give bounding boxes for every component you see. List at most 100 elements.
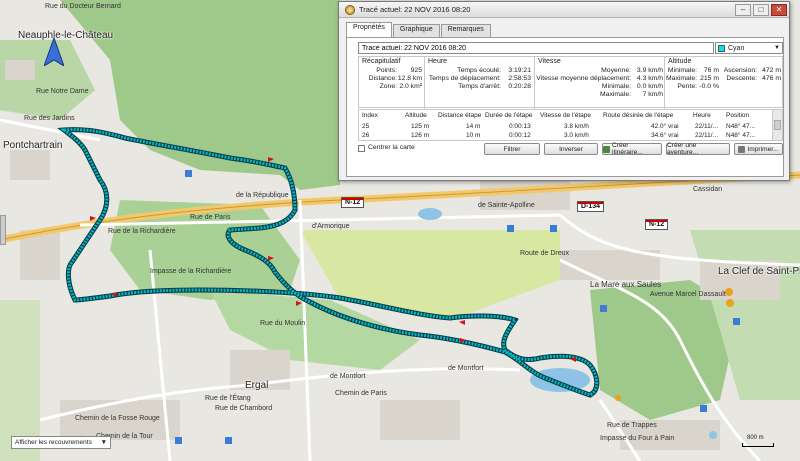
town-label: Pontchartrain [3,140,63,151]
stat-label: Minimale: [667,67,697,74]
tab-graph[interactable]: Graphique [392,24,440,37]
table-cell: 0:00:13 [509,123,531,130]
map-pan-handle[interactable] [0,215,6,245]
stat-label: Pente: [677,83,697,90]
place-label: Rue du Docteur Bernard [45,3,121,10]
table-cell: 26 [362,132,370,139]
dialog-actions: Centrer la carte Filtrer Inverser Créer … [358,142,783,156]
stat-label: Temps de déplacement: [428,75,501,82]
stat-label: Points: [376,67,397,74]
stat-value: 0:20:28 [508,83,531,90]
column-header[interactable]: Durée de l'étape [485,112,533,119]
column-header[interactable]: Altitude [405,112,427,119]
filter-button-label: Filtrer [503,145,521,153]
dialog-tabs: Propriétés Graphique Remarques [346,22,492,37]
stat-value: 476 m [762,75,781,82]
road-label: Impasse de la Richardière [150,268,232,275]
filter-button[interactable]: Filtrer [484,143,540,155]
create-route-button[interactable]: Créer itinéraire... [602,142,662,156]
track-properties-dialog: Tracé actuel: 22 NOV 2016 08:20 – □ ✕ Pr… [338,1,790,181]
road-label: Rue Notre Dame [36,88,89,95]
stat-value: 215 m [700,75,719,82]
properties-panel: Cyan ▼ Récapitulatif Points: 925 Distanc… [346,37,784,177]
road-shield: N-12 [341,197,365,208]
create-adventure-button[interactable]: Créer une aventure... [666,142,730,156]
road-label: de la République [236,192,289,199]
stat-label: Maximale: [600,91,631,98]
column-header[interactable]: Distance étape [438,112,481,119]
table-scrollbar[interactable] [772,110,782,140]
column-header[interactable]: Vitesse de l'étape [540,112,591,119]
place-label: La Mare aux Saules [590,280,662,289]
table-header: Index Altitude Distance étape Durée de l… [359,112,772,121]
stat-label: Maximale: [666,75,697,82]
road-label: Rue des Jardins [24,115,75,122]
table-cell: 10 m [466,132,481,139]
stat-value: 0.0 km/h [636,83,663,90]
stat-label: Distance: [368,75,397,82]
maximize-button[interactable]: □ [753,4,769,16]
time-group: Heure Temps écoulé: 3:19:21 Temps de dép… [425,57,535,109]
column-header[interactable]: Position [726,112,749,119]
table-cell: N48° 47... [726,132,755,139]
road-label: Route de Dreux [520,250,570,257]
tab-properties[interactable]: Propriétés [346,22,392,37]
town-label: La Clef de Saint-Pierre [718,266,800,277]
close-button[interactable]: ✕ [771,4,787,16]
stat-value: 7 km/h [642,91,663,98]
stat-label: Temps d'arrêt: [458,83,501,90]
table-cell: 0:00:12 [509,132,531,139]
print-label: Imprimer... [747,145,779,153]
track-name-input[interactable] [358,42,714,54]
color-dropdown[interactable]: Cyan ▼ [715,42,783,54]
stat-value: 76 m [703,67,719,74]
invert-button[interactable]: Inverser [544,143,598,155]
scale-bar [742,443,774,447]
stat-label: Minimale: [601,83,631,90]
column-header[interactable]: Heure [693,112,711,119]
stat-value: 4.3 km/h [636,75,663,82]
tab-notes[interactable]: Remarques [440,24,491,37]
printer-icon [738,145,746,153]
stat-label: Descente: [726,75,757,82]
road-label: Cassidan [693,186,723,193]
stat-label: Ascension: [723,67,757,74]
road-label: Impasse du Four à Pain [600,435,675,442]
group-heading: Récapitulatif [362,58,401,65]
table-row[interactable]: 26 126 m 10 m 0:00:12 3.0 km/h 34.6° vra… [359,132,772,141]
stat-value: 472 m [762,67,781,74]
stat-value: 925 [410,67,422,74]
center-map-checkbox[interactable] [358,145,365,152]
trackpoint-table[interactable]: Index Altitude Distance étape Durée de l… [358,109,783,141]
dialog-titlebar[interactable]: Tracé actuel: 22 NOV 2016 08:20 – □ ✕ [339,2,789,18]
road-label: Chemin de la Fosse Rouge [75,415,160,422]
scrollbar-thumb[interactable] [774,120,781,130]
overlay-dropdown[interactable]: Afficher les recouvrements ▼ [11,436,111,449]
road-label: d'Armorique [312,223,350,230]
road-label: de Sainte-Apolline [478,202,535,209]
create-adventure-label: Créer une aventure... [667,142,699,156]
column-header[interactable]: Route désirée de l'étape [603,112,673,119]
town-label: Ergal [245,380,269,391]
table-cell: 125 m [411,123,430,130]
stats-area: Récapitulatif Points: 925 Distance: 12.8… [358,56,783,109]
stat-label: Moyenne: [601,67,631,74]
stat-value: -0.0 % [699,83,719,90]
speed-group: Vitesse Moyenne: 3.9 km/h Vitesse moyenn… [535,57,665,109]
minimize-button[interactable]: – [735,4,751,16]
compass-north-icon[interactable] [44,38,64,66]
table-row[interactable]: 25 125 m 14 m 0:00:13 3.8 km/h 42.0° vra… [359,123,772,132]
stat-value: 3:19:21 [508,67,531,74]
table-cell: 34.6° vrai [651,132,679,139]
invert-button-label: Inverser [559,145,583,153]
table-cell: 22/11/... [695,123,719,130]
road-label: Rue de l'Étang [205,395,251,402]
stat-label: Zone: [379,83,397,90]
column-header[interactable]: Index [362,112,378,119]
center-map-label[interactable]: Centrer la carte [368,144,415,151]
stat-value: 2.0 km² [399,83,422,90]
color-swatch [718,44,725,52]
road-label: Rue de Paris [190,214,231,221]
print-button[interactable]: Imprimer... [734,143,783,155]
chevron-down-icon: ▼ [100,439,107,446]
